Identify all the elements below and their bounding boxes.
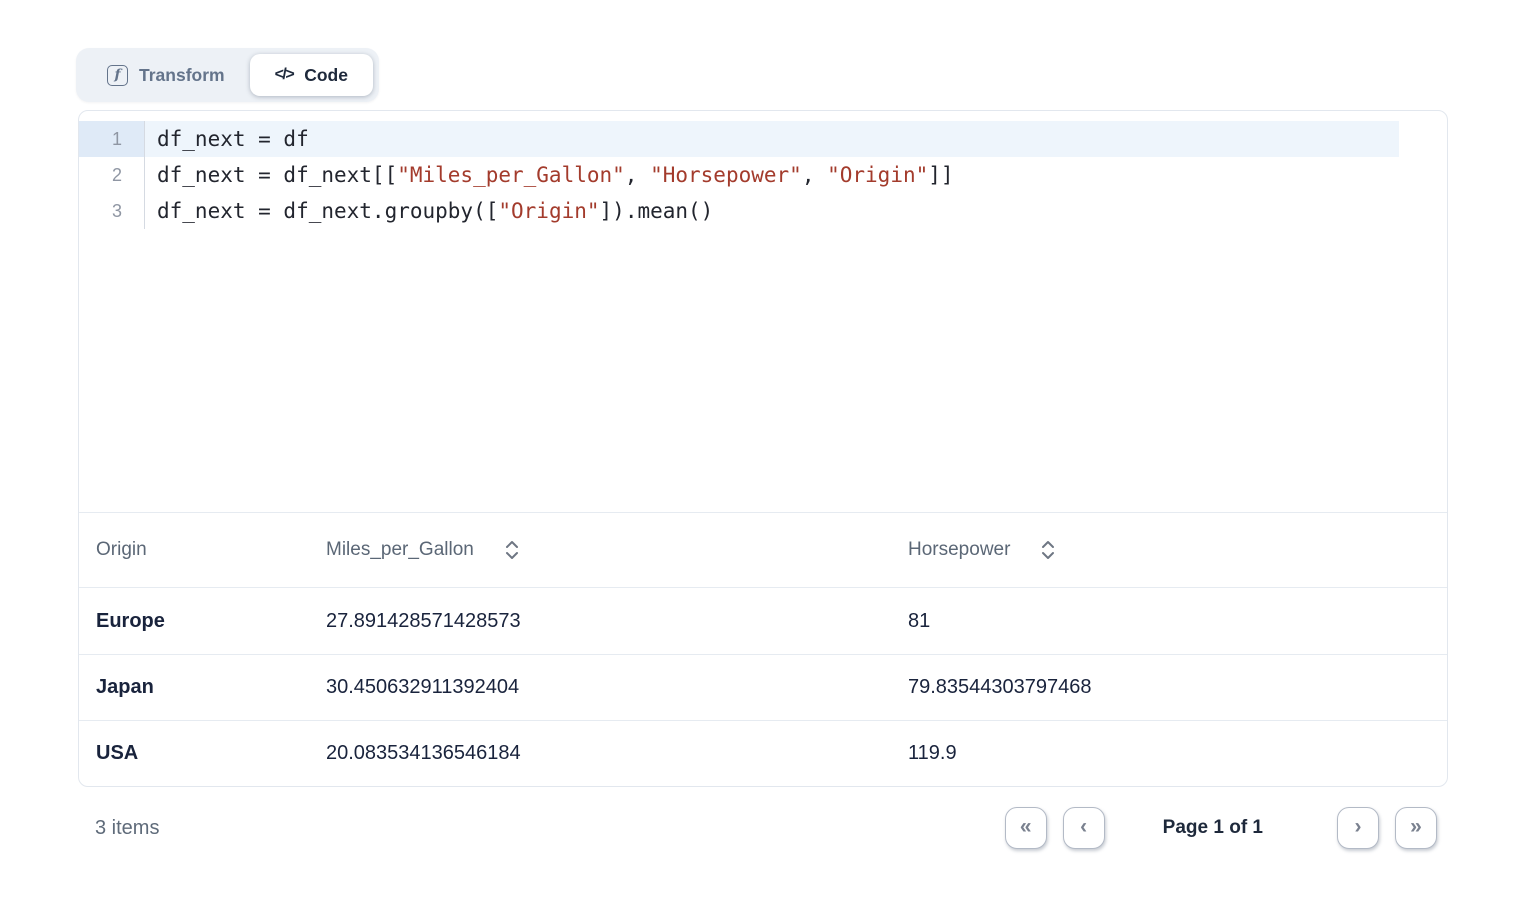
column-header-horsepower[interactable]: Horsepower xyxy=(891,539,1447,561)
column-header-miles-per-gallon[interactable]: Miles_per_Gallon xyxy=(309,539,891,561)
chevron-right-icon: › xyxy=(1355,815,1362,839)
code-icon: </> xyxy=(275,66,294,84)
column-header-label: Miles_per_Gallon xyxy=(326,539,474,561)
code-editor[interactable]: 1 df_next = df 2 df_next = df_next[["Mil… xyxy=(79,111,1447,513)
code-line-text: df_next = df_next[["Miles_per_Gallon", "… xyxy=(145,157,954,193)
table-row: Japan 30.450632911392404 79.835443037974… xyxy=(79,654,1447,720)
double-chevron-right-icon: » xyxy=(1410,815,1422,839)
line-number: 1 xyxy=(79,121,145,157)
table-header-row: Origin Miles_per_Gallon Horsepower xyxy=(79,513,1447,588)
table-row: Europe 27.891428571428573 81 xyxy=(79,588,1447,654)
string-token: "Origin" xyxy=(498,199,599,223)
view-tab-bar: f Transform </> Code xyxy=(76,48,379,102)
column-header-label: Origin xyxy=(96,539,147,561)
tab-code[interactable]: </> Code xyxy=(250,54,373,96)
cell-origin: Japan xyxy=(79,676,309,699)
previous-page-button[interactable]: ‹ xyxy=(1063,807,1105,849)
line-number: 3 xyxy=(79,193,145,229)
string-token: "Origin" xyxy=(827,163,928,187)
string-token: "Miles_per_Gallon" xyxy=(397,163,625,187)
sort-icon[interactable] xyxy=(1040,539,1056,561)
table-footer: 3 items « ‹ Page 1 of 1 › » xyxy=(78,787,1448,869)
pagination: « ‹ Page 1 of 1 › » xyxy=(1005,807,1448,849)
code-and-result-panel: 1 df_next = df 2 df_next = df_next[["Mil… xyxy=(78,110,1448,787)
function-icon: f xyxy=(107,65,128,86)
cell-horsepower: 119.9 xyxy=(891,742,1447,765)
cell-miles-per-gallon: 27.891428571428573 xyxy=(309,610,891,633)
code-token: df_next = df_next[[ xyxy=(157,163,397,187)
transform-widget: f Transform </> Code 1 df_next = df 2 df… xyxy=(78,48,1448,869)
code-token: df_next = df_next.groupby([ xyxy=(157,199,498,223)
tab-transform[interactable]: f Transform xyxy=(82,54,250,96)
code-line-text: df_next = df xyxy=(145,121,309,157)
code-line-2[interactable]: 2 df_next = df_next[["Miles_per_Gallon",… xyxy=(79,157,1399,193)
cell-horsepower: 81 xyxy=(891,610,1447,633)
code-token: , xyxy=(625,163,650,187)
tab-code-label: Code xyxy=(304,65,348,86)
code-token: , xyxy=(802,163,827,187)
next-page-button[interactable]: › xyxy=(1337,807,1379,849)
code-token: df_next = df xyxy=(157,127,309,151)
double-chevron-left-icon: « xyxy=(1020,815,1032,839)
string-token: "Horsepower" xyxy=(650,163,802,187)
cell-miles-per-gallon: 30.450632911392404 xyxy=(309,676,891,699)
page-indicator: Page 1 of 1 xyxy=(1163,817,1263,839)
column-header-label: Horsepower xyxy=(908,539,1010,561)
sort-icon[interactable] xyxy=(504,539,520,561)
cell-horsepower: 79.83544303797468 xyxy=(891,676,1447,699)
line-number: 2 xyxy=(79,157,145,193)
items-count: 3 items xyxy=(95,817,159,840)
column-header-origin: Origin xyxy=(79,539,309,561)
tab-transform-label: Transform xyxy=(139,65,225,86)
last-page-button[interactable]: » xyxy=(1395,807,1437,849)
code-line-1[interactable]: 1 df_next = df xyxy=(79,121,1399,157)
code-line-3[interactable]: 3 df_next = df_next.groupby(["Origin"]).… xyxy=(79,193,1399,229)
code-line-text: df_next = df_next.groupby(["Origin"]).me… xyxy=(145,193,713,229)
cell-miles-per-gallon: 20.083534136546184 xyxy=(309,742,891,765)
code-token: ]).mean() xyxy=(600,199,714,223)
cell-origin: Europe xyxy=(79,610,309,633)
first-page-button[interactable]: « xyxy=(1005,807,1047,849)
cell-origin: USA xyxy=(79,742,309,765)
code-token: ]] xyxy=(928,163,953,187)
table-row: USA 20.083534136546184 119.9 xyxy=(79,720,1447,786)
chevron-left-icon: ‹ xyxy=(1080,815,1087,839)
